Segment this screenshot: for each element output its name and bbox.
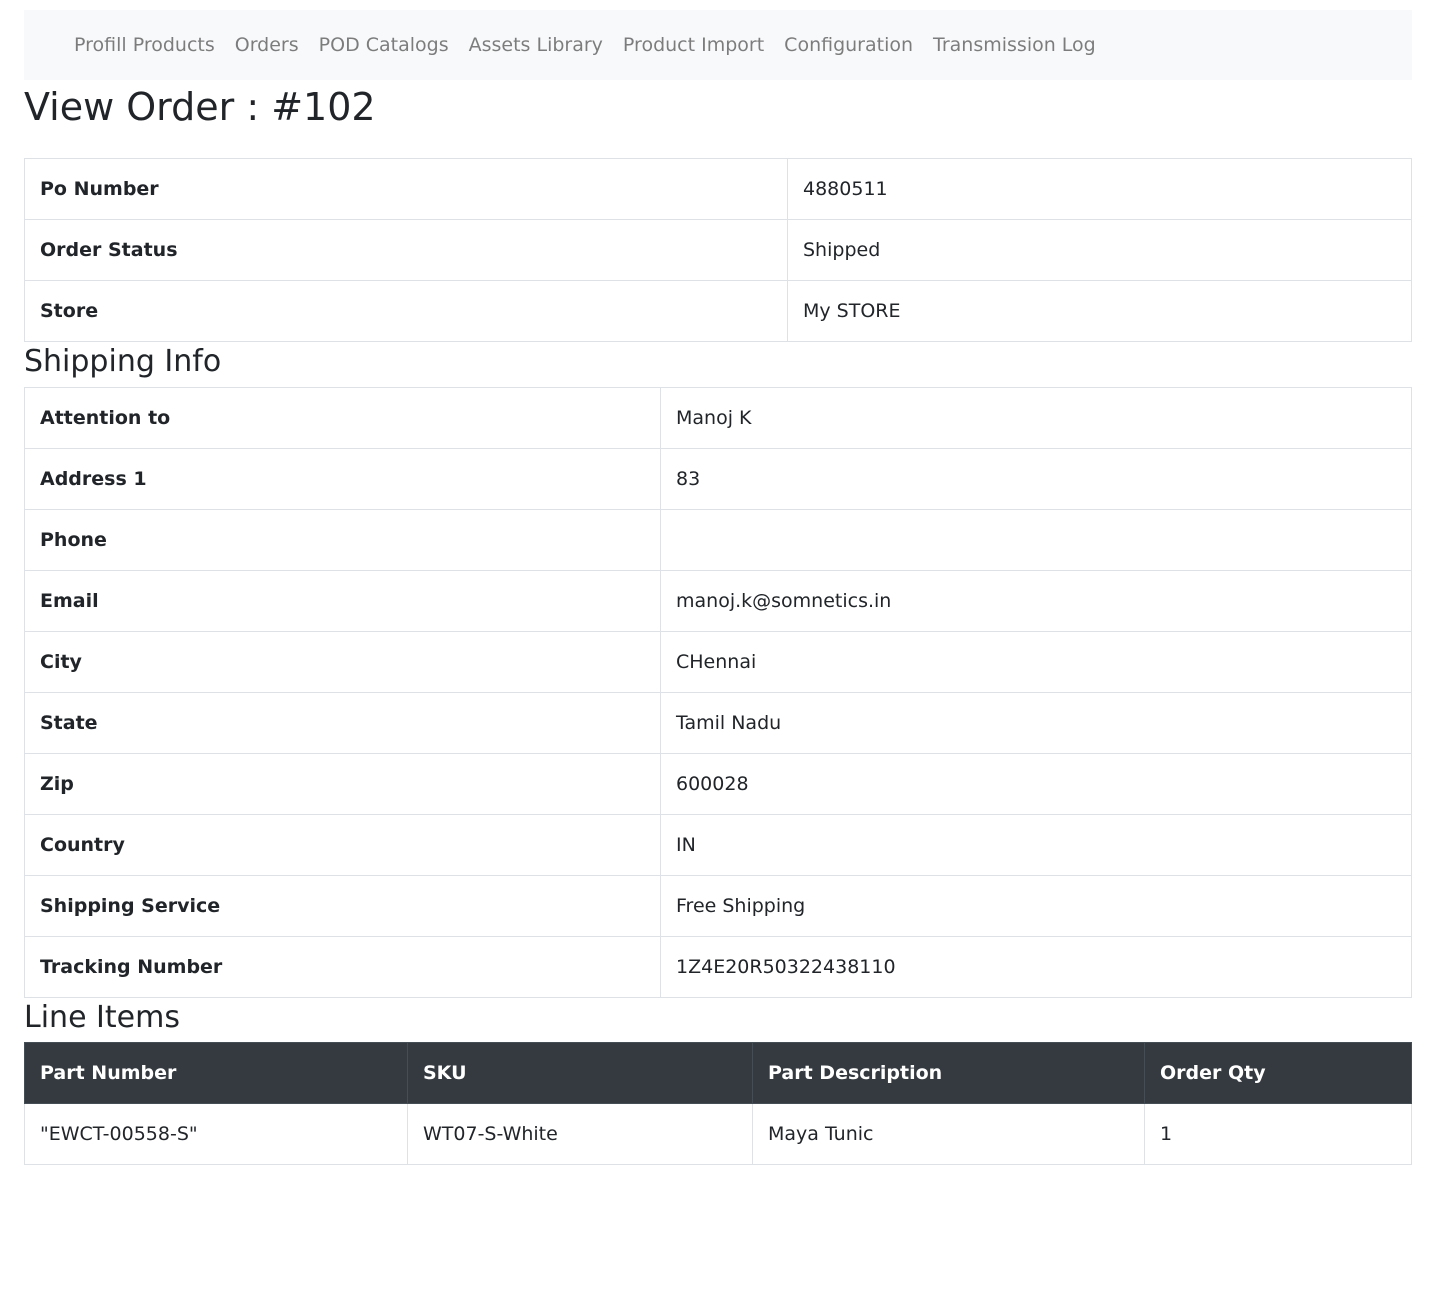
state-value: Tamil Nadu bbox=[660, 692, 1412, 754]
order-status-value: Shipped bbox=[787, 219, 1412, 281]
po-number-value: 4880511 bbox=[787, 158, 1412, 220]
email-label: Email bbox=[24, 570, 661, 632]
shipping-info-heading: Shipping Info bbox=[24, 344, 222, 379]
attention-to-value: Manoj K bbox=[660, 387, 1412, 449]
table-row: State Tamil Nadu bbox=[24, 692, 1412, 754]
shipping-service-value: Free Shipping bbox=[660, 875, 1412, 937]
tracking-number-value: 1Z4E20R50322438110 bbox=[660, 936, 1412, 998]
zip-value: 600028 bbox=[660, 753, 1412, 815]
page: Profill Products Orders POD Catalogs Ass… bbox=[0, 0, 1445, 1301]
column-header-part-number: Part Number bbox=[24, 1042, 408, 1104]
nav-link-assets-library[interactable]: Assets Library bbox=[459, 10, 613, 80]
table-row: Store My STORE bbox=[24, 280, 1412, 342]
table-row: Address 1 83 bbox=[24, 448, 1412, 510]
part-number-cell: "EWCT-00558-S" bbox=[24, 1103, 408, 1165]
line-items-table: Part Number SKU Part Description Order Q… bbox=[24, 1042, 1412, 1165]
shipping-info-table: Attention to Manoj K Address 1 83 Phone … bbox=[24, 387, 1412, 998]
column-header-order-qty: Order Qty bbox=[1144, 1042, 1412, 1104]
table-row: City CHennai bbox=[24, 631, 1412, 693]
part-description-cell: Maya Tunic bbox=[752, 1103, 1145, 1165]
phone-value bbox=[660, 509, 1412, 571]
nav-link-pod-catalogs[interactable]: POD Catalogs bbox=[309, 10, 459, 80]
store-label: Store bbox=[24, 280, 788, 342]
table-row: Tracking Number 1Z4E20R50322438110 bbox=[24, 936, 1412, 998]
page-title: View Order : #102 bbox=[24, 85, 376, 129]
top-navbar: Profill Products Orders POD Catalogs Ass… bbox=[24, 10, 1412, 80]
nav-link-product-import[interactable]: Product Import bbox=[613, 10, 774, 80]
country-label: Country bbox=[24, 814, 661, 876]
store-value: My STORE bbox=[787, 280, 1412, 342]
table-row: Shipping Service Free Shipping bbox=[24, 875, 1412, 937]
table-row: Order Status Shipped bbox=[24, 219, 1412, 281]
nav-link-orders[interactable]: Orders bbox=[225, 10, 309, 80]
address-1-value: 83 bbox=[660, 448, 1412, 510]
zip-label: Zip bbox=[24, 753, 661, 815]
table-row: "EWCT-00558-S" WT07-S-White Maya Tunic 1 bbox=[24, 1103, 1412, 1165]
sku-cell: WT07-S-White bbox=[407, 1103, 753, 1165]
table-row: Zip 600028 bbox=[24, 753, 1412, 815]
order-status-label: Order Status bbox=[24, 219, 788, 281]
po-number-label: Po Number bbox=[24, 158, 788, 220]
state-label: State bbox=[24, 692, 661, 754]
table-row: Country IN bbox=[24, 814, 1412, 876]
shipping-service-label: Shipping Service bbox=[24, 875, 661, 937]
table-row: Po Number 4880511 bbox=[24, 158, 1412, 220]
nav-link-transmission-log[interactable]: Transmission Log bbox=[923, 10, 1106, 80]
table-row: Attention to Manoj K bbox=[24, 387, 1412, 449]
line-items-heading: Line Items bbox=[24, 1000, 180, 1035]
nav-link-profill-products[interactable]: Profill Products bbox=[64, 10, 225, 80]
nav-link-configuration[interactable]: Configuration bbox=[774, 10, 923, 80]
attention-to-label: Attention to bbox=[24, 387, 661, 449]
city-value: CHennai bbox=[660, 631, 1412, 693]
country-value: IN bbox=[660, 814, 1412, 876]
table-row: Email manoj.k@somnetics.in bbox=[24, 570, 1412, 632]
tracking-number-label: Tracking Number bbox=[24, 936, 661, 998]
order-summary-table: Po Number 4880511 Order Status Shipped S… bbox=[24, 158, 1412, 342]
phone-label: Phone bbox=[24, 509, 661, 571]
column-header-sku: SKU bbox=[407, 1042, 753, 1104]
order-qty-cell: 1 bbox=[1144, 1103, 1412, 1165]
column-header-part-description: Part Description bbox=[752, 1042, 1145, 1104]
table-row: Phone bbox=[24, 509, 1412, 571]
table-header-row: Part Number SKU Part Description Order Q… bbox=[24, 1042, 1412, 1104]
email-value: manoj.k@somnetics.in bbox=[660, 570, 1412, 632]
address-1-label: Address 1 bbox=[24, 448, 661, 510]
city-label: City bbox=[24, 631, 661, 693]
